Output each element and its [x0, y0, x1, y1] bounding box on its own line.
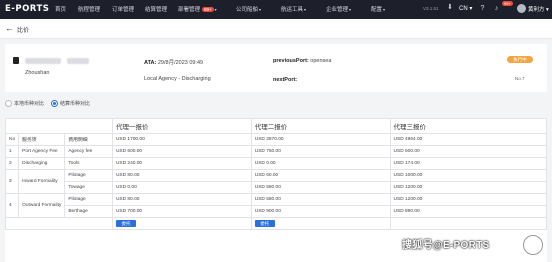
radio-settlement-currency-label[interactable]: 结算币种对比 — [60, 100, 90, 107]
version-label: V3.1.51 — [423, 6, 439, 11]
nav-item-enterprise[interactable]: 企业管理▾ — [326, 5, 351, 13]
previous-port-value: opensea — [310, 58, 332, 64]
nav-badge: 99+ — [202, 7, 214, 12]
chevron-down-icon: ▾ — [304, 7, 307, 12]
chevron-down-icon: ▾ — [214, 7, 217, 12]
help-icon[interactable]: ? — [478, 4, 487, 13]
port-name: Zhoushan — [25, 70, 50, 76]
col-service: 服务项 — [18, 133, 66, 146]
voyage-info-card: Zhoushan ATA: 29/8月/2023 09:49 Local Age… — [5, 44, 547, 92]
agent2-total: USD 2870.00 — [250, 133, 391, 146]
nav-item-company-ships[interactable]: 公司船舶▾ — [236, 5, 261, 13]
user-menu[interactable]: 黄利方 ▾ — [528, 5, 549, 13]
col-no: No — [4, 133, 20, 146]
agent2-header: 代理二报价 — [250, 118, 391, 134]
nav-item-voyage[interactable]: 航程管理 — [78, 5, 100, 13]
logo-text: E-PORTS — [5, 4, 50, 14]
agent1-total: USD 1700.00 — [111, 133, 252, 146]
watermark-logo-icon — [523, 235, 543, 255]
col-detail: 费用明细 — [64, 133, 113, 146]
nav-item-orders[interactable]: 订单管理 — [112, 5, 134, 13]
watermark-text: 搜狐号@E-PORTS — [402, 240, 490, 251]
agent1-header: 代理一报价 — [111, 118, 252, 134]
bell-icon[interactable]: ♪ — [492, 4, 501, 13]
previous-port-label: previousPort: — [273, 58, 309, 64]
eports-logo[interactable]: E-PORTS — [5, 4, 49, 14]
ata-value: 29/8月/2023 09:49 — [157, 60, 204, 66]
table-row: 3 Inward Formality Pilotage USD 80.00 USD 6… — [4, 169, 548, 194]
agent2-entrust-button[interactable]: 委托 — [254, 220, 275, 227]
nav-item-deploy[interactable]: 部署管理 99+ ▾ — [178, 5, 217, 13]
redacted-vessel-name — [25, 58, 61, 64]
redacted-voyage-no — [67, 58, 89, 64]
radio-settlement-currency[interactable] — [51, 100, 58, 107]
table-row: 2 Discharging Tools USD 240.00 USD 0.00 USD … — [4, 157, 548, 170]
previous-port: previousPort: opensea — [273, 58, 331, 64]
status-badge: 执行中 — [507, 56, 533, 63]
page-title: 比价 — [17, 28, 30, 34]
next-port: nextPort: — [273, 77, 297, 83]
nav-item-shipping-tools[interactable]: 航运工具▾ — [281, 5, 306, 13]
ship-icon — [13, 57, 19, 64]
nav-item-home[interactable]: 首页 — [55, 5, 66, 13]
notification-badge: 99+ — [502, 1, 513, 6]
agent3-header: 代理三报价 — [389, 118, 548, 134]
table-row: Berthage USD 700.00 USD 900.00 USD 890.00 — [6, 205, 548, 218]
agent3-total: USD 4964.00 — [389, 133, 548, 146]
chevron-down-icon: ▾ — [259, 7, 262, 12]
agent1-entrust-button[interactable]: 委托 — [115, 220, 136, 227]
ata-label: ATA: — [144, 60, 157, 66]
status-sub: No.7 — [515, 76, 525, 81]
radio-local-currency[interactable] — [5, 100, 12, 107]
table-corner — [5, 118, 113, 134]
table-row: 4 Outward Formality Pilotage USD 80.00 USD … — [4, 193, 548, 218]
table-row: Towage USD 0.00 USD 580.00 USD 1200.00 — [6, 181, 548, 194]
table-row: 1 Port Agency Fee Agency fee USD 600.00 USD… — [4, 145, 548, 158]
language-selector[interactable]: CN ▾ — [459, 5, 472, 12]
nav-item-settlement[interactable]: 结算管理 — [145, 5, 167, 13]
avatar[interactable] — [517, 4, 526, 13]
page-header: ← 比价 — [0, 19, 552, 39]
top-navigation-bar: E-PORTS 首页 航程管理 订单管理 结算管理 部署管理 99+ ▾ 公司船舶▾… — [0, 0, 552, 19]
agency-type: Local Agency - Discharging — [144, 76, 211, 82]
download-icon[interactable]: ⬇ — [447, 4, 455, 12]
ata-info: ATA: 29/8月/2023 09:49 — [144, 58, 203, 66]
chevron-down-icon: ▾ — [383, 7, 386, 12]
chevron-down-icon: ▾ — [349, 7, 352, 12]
radio-local-currency-label[interactable]: 本地币种对比 — [14, 100, 44, 107]
back-arrow-icon[interactable]: ← — [5, 23, 14, 33]
nav-item-config[interactable]: 配置▾ — [371, 5, 385, 13]
next-port-label: nextPort: — [273, 77, 298, 83]
table-actions-row: 委托 委托 — [5, 217, 548, 230]
